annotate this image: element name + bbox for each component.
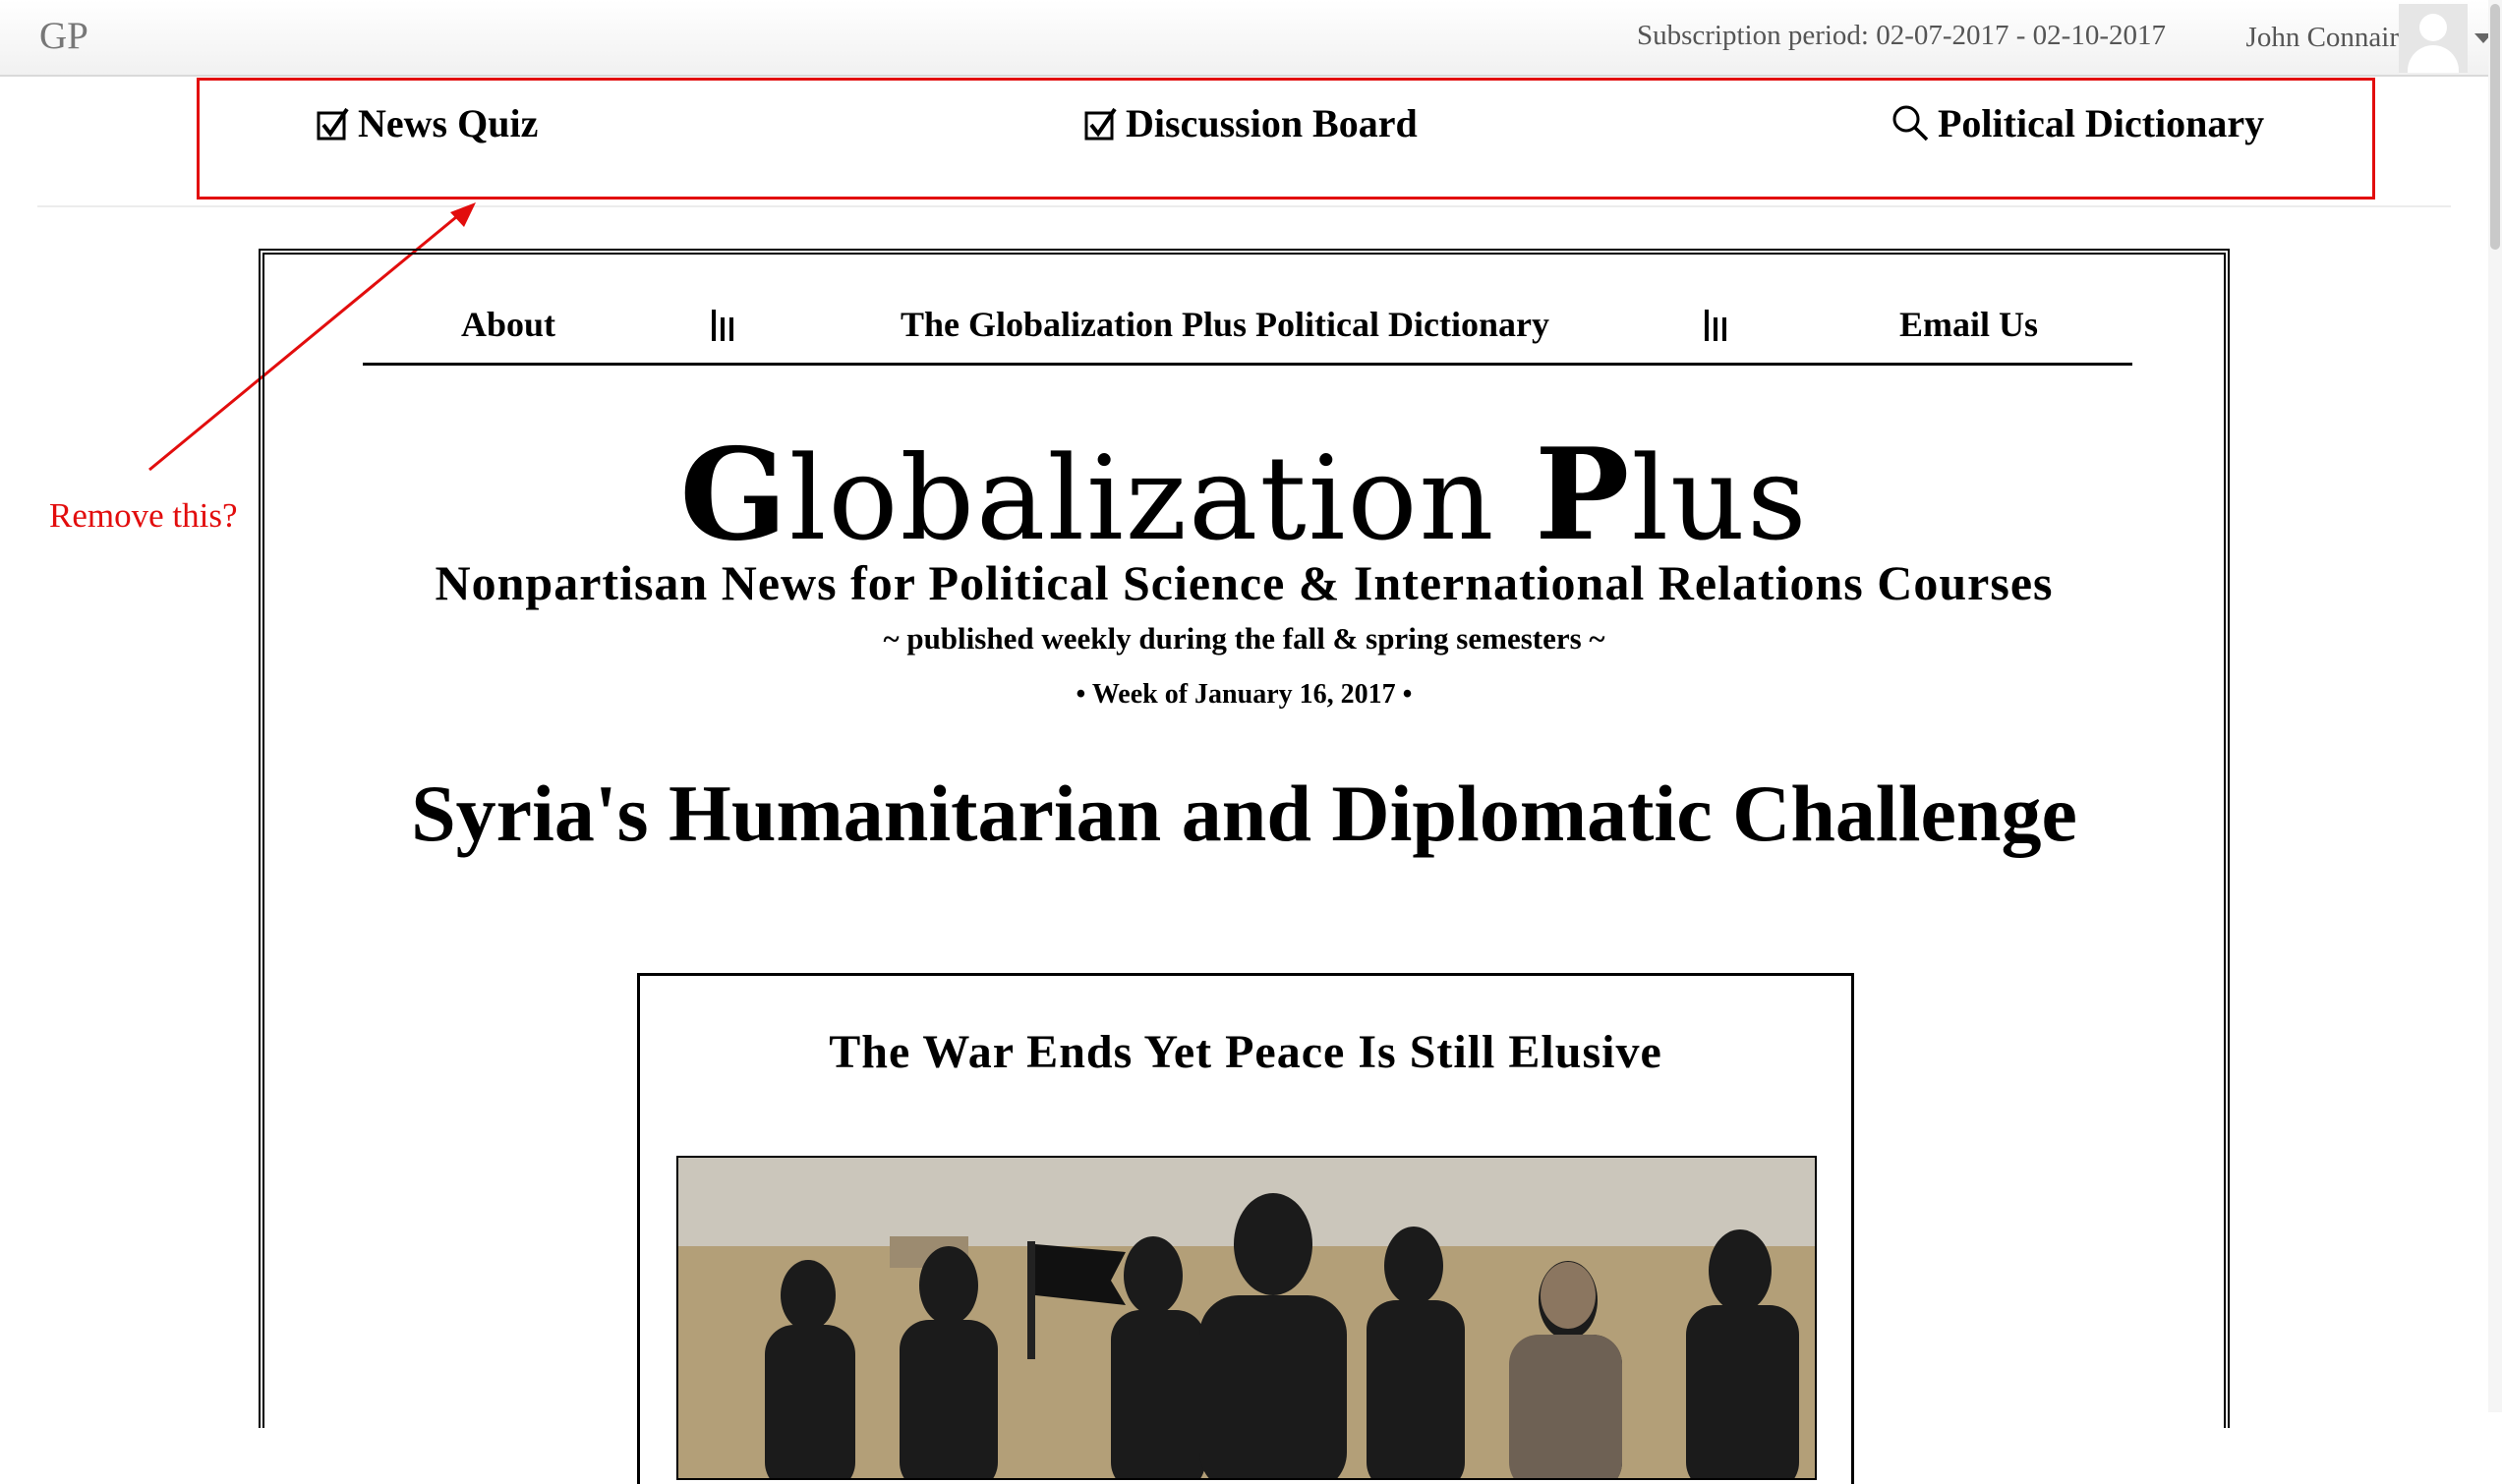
- story-card: The War Ends Yet Peace Is Still Elusive: [637, 973, 1854, 1484]
- story-photo-scene: [678, 1158, 1815, 1478]
- nav-separator-icon: [712, 310, 733, 341]
- story-title[interactable]: The War Ends Yet Peace Is Still Elusive: [640, 1025, 1851, 1079]
- nav-about-link[interactable]: About: [461, 304, 555, 345]
- nav-dictionary-link[interactable]: The Globalization Plus Political Diction…: [901, 304, 1549, 345]
- newsletter-page: About The Globalization Plus Political D…: [259, 249, 2230, 1484]
- newsletter-title: Globalization Plus: [264, 422, 2224, 569]
- issue-headline: Syria's Humanitarian and Diplomatic Chal…: [411, 769, 2077, 858]
- title-text: lus: [1631, 430, 1809, 566]
- newsletter-subtitle: Nonpartisan News for Political Science &…: [435, 555, 2054, 610]
- publication-schedule: ~ published weekly during the fall & spr…: [883, 621, 1605, 656]
- annotation-note: Remove this?: [49, 496, 238, 535]
- story-photo: [676, 1156, 1817, 1480]
- title-text: lobalization: [788, 430, 1536, 566]
- title-initial: P: [1535, 422, 1632, 569]
- nav-separator-icon: [1705, 310, 1726, 341]
- nav-email-link[interactable]: Email Us: [1899, 304, 2038, 345]
- title-initial: G: [679, 422, 789, 569]
- newsletter-nav: About The Globalization Plus Political D…: [363, 284, 2132, 366]
- issue-week: • Week of January 16, 2017 •: [1076, 679, 1413, 710]
